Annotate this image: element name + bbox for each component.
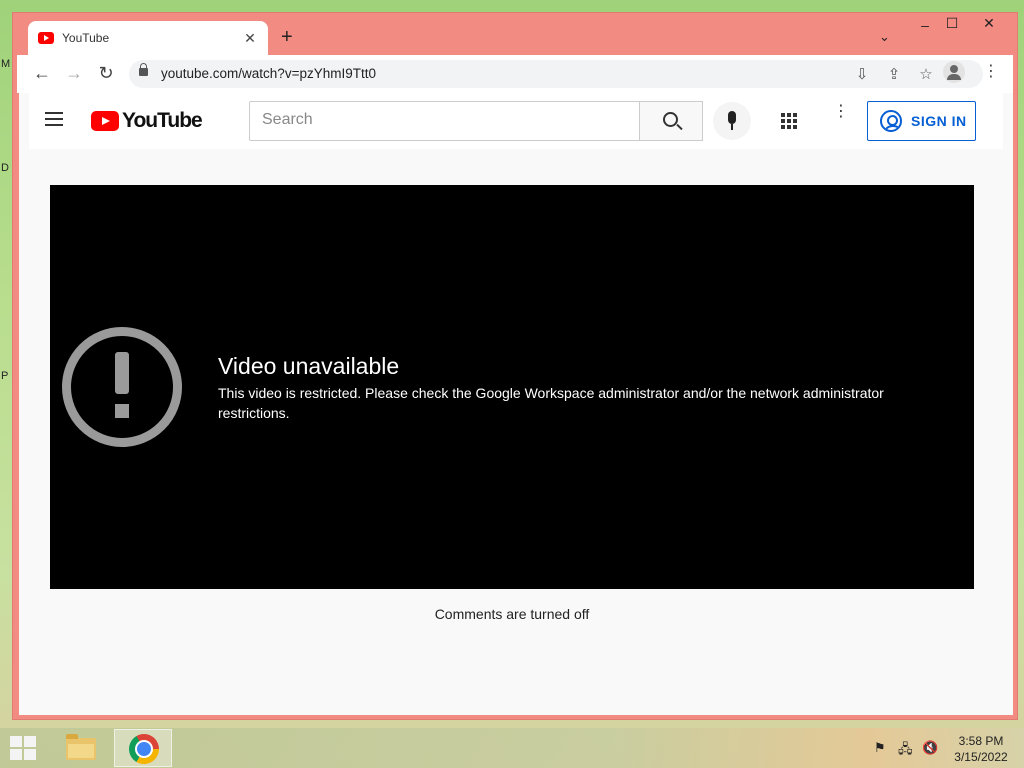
- install-app-icon[interactable]: ⇩: [853, 65, 871, 83]
- clock-time: 3:58 PM: [958, 734, 1004, 748]
- error-message: This video is restricted. Please check t…: [218, 385, 884, 421]
- sign-in-button[interactable]: SIGN IN: [867, 101, 976, 141]
- comments-status: Comments are turned off: [434, 606, 590, 622]
- apps-grid-icon[interactable]: [781, 113, 797, 129]
- profile-avatar-icon[interactable]: [943, 61, 965, 83]
- file-explorer-taskbar-button[interactable]: [60, 730, 104, 766]
- tab-close-icon[interactable]: ✕: [242, 30, 258, 47]
- volume-muted-icon[interactable]: 🔇: [922, 740, 938, 756]
- desktop-icon-label-m: M: [1, 58, 11, 70]
- sign-in-label: SIGN IN: [911, 113, 967, 129]
- youtube-header: YouTube Search ⋮ SIGN IN: [29, 93, 1003, 149]
- share-icon[interactable]: ⇪: [885, 65, 903, 83]
- video-player[interactable]: Video unavailable This video is restrict…: [50, 185, 974, 589]
- tab-youtube[interactable]: YouTube ✕: [28, 21, 268, 55]
- desktop-icon-label-d: D: [1, 162, 9, 174]
- minimize-button[interactable]: –: [910, 17, 940, 33]
- settings-more-icon[interactable]: ⋮: [833, 104, 849, 120]
- search-icon: [663, 112, 678, 127]
- browser-toolbar: ← → ↻ youtube.com/watch?v=pzYhmI9Ttt0 ⇩ …: [17, 55, 1013, 93]
- folder-icon: [66, 734, 96, 760]
- taskbar: ⚑ 🖧 🔇 3:58 PM 3/15/2022: [0, 728, 1024, 768]
- windows-start-icon[interactable]: [10, 736, 38, 760]
- back-arrow-icon[interactable]: ←: [31, 63, 53, 83]
- bookmark-star-icon[interactable]: ☆: [917, 65, 935, 83]
- tab-search-chevron-icon[interactable]: ⌄: [879, 29, 890, 45]
- network-icon[interactable]: 🖧: [898, 740, 913, 762]
- forward-arrow-icon[interactable]: →: [63, 63, 85, 83]
- system-clock[interactable]: 3:58 PM 3/15/2022: [946, 733, 1016, 765]
- maximize-button[interactable]: ☐: [937, 15, 967, 32]
- search-button[interactable]: [639, 101, 703, 141]
- new-tab-button[interactable]: +: [281, 27, 293, 47]
- youtube-logo-text: YouTube: [122, 109, 203, 132]
- chrome-taskbar-button[interactable]: [114, 729, 172, 767]
- reload-icon[interactable]: ↻: [95, 63, 117, 83]
- desktop-icon-label-p: P: [1, 370, 9, 382]
- clock-date: 3/15/2022: [954, 750, 1008, 764]
- search-input[interactable]: Search: [249, 101, 640, 141]
- page-viewport: YouTube Search ⋮ SIGN IN Video unavailab…: [19, 93, 1013, 715]
- browser-window: YouTube ✕ + ⌄ – ☐ ✕ ← → ↻ youtube.com/wa…: [12, 12, 1018, 720]
- tab-strip: YouTube ✕ + ⌄ – ☐ ✕: [13, 13, 1017, 55]
- voice-search-mic-icon[interactable]: [713, 102, 751, 140]
- action-center-flag-icon[interactable]: ⚑: [874, 740, 886, 756]
- youtube-play-logo-icon: [91, 111, 119, 131]
- chrome-logo-icon: [129, 734, 159, 764]
- lock-icon[interactable]: [139, 63, 148, 76]
- hamburger-menu-icon[interactable]: [45, 112, 63, 126]
- address-bar[interactable]: youtube.com/watch?v=pzYhmI9Ttt0 ⇩ ⇪ ☆: [129, 60, 983, 88]
- account-circle-icon: [880, 110, 902, 132]
- chrome-menu-icon[interactable]: ⋮: [983, 63, 999, 81]
- tab-title: YouTube: [62, 31, 110, 45]
- close-window-button[interactable]: ✕: [971, 15, 1007, 32]
- url-text[interactable]: youtube.com/watch?v=pzYhmI9Ttt0: [161, 66, 376, 81]
- youtube-logo[interactable]: YouTube: [91, 109, 203, 133]
- exclamation-warning-icon: [62, 327, 182, 447]
- youtube-favicon-icon: [38, 32, 54, 44]
- error-title: Video unavailable: [218, 353, 400, 379]
